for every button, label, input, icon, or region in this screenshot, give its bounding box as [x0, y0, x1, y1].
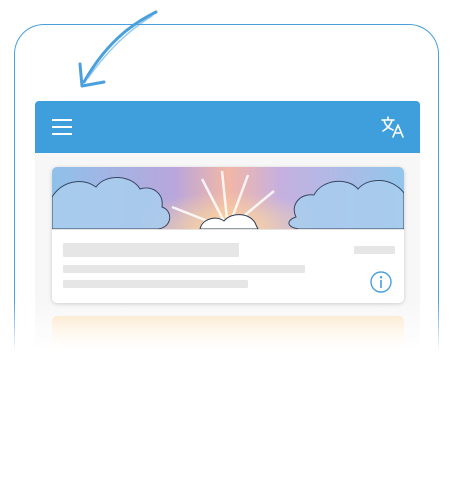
card-divider [52, 229, 404, 230]
meta-placeholder [354, 246, 395, 254]
text-line-placeholder [63, 265, 305, 273]
app-bar [35, 101, 420, 153]
fade-overlay [0, 300, 455, 360]
info-circle-icon[interactable] [369, 270, 393, 294]
content-card[interactable] [52, 167, 404, 303]
translate-icon[interactable] [380, 115, 406, 139]
text-line-placeholder [63, 280, 248, 288]
title-placeholder [63, 243, 239, 257]
card-hero-image [52, 167, 404, 229]
hamburger-menu-icon[interactable] [51, 117, 73, 137]
